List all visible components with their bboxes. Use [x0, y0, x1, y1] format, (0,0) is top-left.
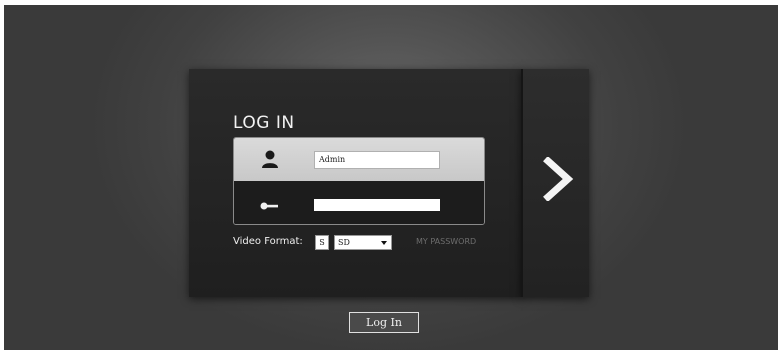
- next-panel: [521, 69, 589, 297]
- password-input[interactable]: [314, 199, 440, 211]
- stream-select[interactable]: S: [315, 235, 329, 250]
- page: LOG IN Admin Video Format: S SD MY PASSW…: [0, 0, 778, 355]
- user-icon: [259, 148, 281, 170]
- login-panel: LOG IN Admin Video Format: S SD MY PASSW…: [189, 69, 523, 297]
- chevron-right-icon[interactable]: [538, 156, 578, 202]
- username-row: Admin: [234, 138, 484, 181]
- credentials-box: Admin: [233, 137, 485, 225]
- video-format-selected: SD: [338, 238, 350, 247]
- password-row: [234, 181, 484, 224]
- caret-down-icon: [381, 241, 387, 245]
- video-format-label: Video Format:: [233, 236, 303, 247]
- key-icon: [259, 191, 281, 213]
- log-in-button[interactable]: Log In: [349, 312, 419, 333]
- login-backdrop: LOG IN Admin Video Format: S SD MY PASSW…: [4, 5, 778, 350]
- video-format-select[interactable]: SD: [334, 235, 392, 250]
- my-password-link[interactable]: MY PASSWORD: [416, 237, 476, 246]
- login-title: LOG IN: [233, 113, 295, 133]
- username-input[interactable]: Admin: [314, 151, 440, 169]
